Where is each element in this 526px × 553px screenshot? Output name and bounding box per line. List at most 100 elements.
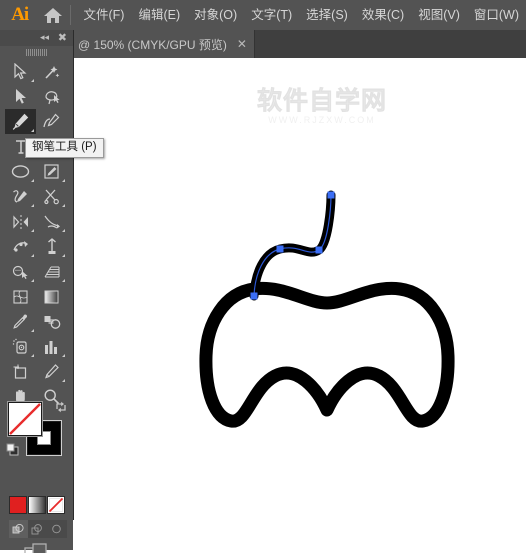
lasso-tool[interactable] <box>36 84 67 109</box>
tool-row <box>5 234 68 259</box>
curvature-tool[interactable] <box>36 109 67 134</box>
home-icon[interactable] <box>39 0 67 30</box>
slice-tool[interactable] <box>36 359 67 384</box>
draw-normal-button[interactable] <box>9 520 28 538</box>
none-slash-icon <box>48 497 64 513</box>
apple-body-path[interactable] <box>199 281 455 428</box>
tool-row <box>5 84 68 109</box>
flyout-triangle-icon <box>31 179 34 182</box>
flyout-triangle-icon <box>31 204 34 207</box>
column-graph-tool[interactable] <box>36 334 67 359</box>
flyout-triangle-icon <box>62 204 65 207</box>
menu-effect[interactable]: 效果(C) <box>355 0 411 30</box>
none-button[interactable] <box>47 496 65 514</box>
width-tool[interactable] <box>36 209 67 234</box>
shape-builder-tool-2[interactable] <box>5 259 36 284</box>
draw-behind-button[interactable] <box>28 520 47 538</box>
anchor-point-2[interactable] <box>276 245 284 253</box>
tool-row <box>5 109 68 134</box>
blend-tool[interactable] <box>36 309 67 334</box>
flyout-triangle-icon <box>62 379 65 382</box>
shaper-tool[interactable] <box>5 184 36 209</box>
menu-file[interactable]: 文件(F) <box>77 0 132 30</box>
shape-builder-tool[interactable] <box>36 234 67 259</box>
tool-tooltip: 钢笔工具 (P) <box>25 138 104 158</box>
draw-inside-button[interactable] <box>47 520 66 538</box>
flyout-triangle-icon <box>31 79 34 82</box>
ellipse-tool[interactable] <box>5 159 36 184</box>
collapse-icon[interactable]: ◂◂ <box>40 32 49 43</box>
draw-mode-buttons <box>9 520 67 538</box>
flyout-triangle-icon <box>31 254 34 257</box>
change-screen-mode-button[interactable] <box>23 542 51 553</box>
tools-panel-header[interactable]: ◂◂ ✖ <box>0 30 73 46</box>
mesh-tool[interactable] <box>5 284 36 309</box>
watermark-chinese: 软件自学网 <box>256 86 387 115</box>
menu-view[interactable]: 视图(V) <box>411 0 467 30</box>
none-slash-icon <box>9 403 41 435</box>
free-transform-tool[interactable] <box>5 234 36 259</box>
flyout-triangle-icon <box>62 179 65 182</box>
direct-selection-tool[interactable] <box>5 84 36 109</box>
tool-row <box>5 359 68 384</box>
scissors-tool[interactable] <box>36 184 67 209</box>
paintbrush-tool[interactable] <box>36 159 67 184</box>
gradient-button[interactable] <box>28 496 46 514</box>
tool-row <box>5 209 68 234</box>
artwork-svg <box>199 190 455 428</box>
fill-stroke-block <box>6 400 68 458</box>
anchor-point-3[interactable] <box>315 246 323 254</box>
selection-tool[interactable] <box>5 59 36 84</box>
flyout-triangle-icon <box>31 329 34 332</box>
close-icon[interactable]: ✖ <box>58 31 67 44</box>
close-icon[interactable]: ✕ <box>236 37 248 51</box>
menu-select[interactable]: 选择(S) <box>299 0 355 30</box>
color-button[interactable] <box>9 496 27 514</box>
flyout-triangle-icon <box>31 279 34 282</box>
anchor-point-4[interactable] <box>327 191 335 199</box>
tool-row <box>5 309 68 334</box>
menu-window[interactable]: 窗口(W) <box>467 0 526 30</box>
menu-object[interactable]: 对象(O) <box>187 0 244 30</box>
gradient-tool[interactable] <box>36 284 67 309</box>
tool-row <box>5 284 68 309</box>
magic-wand-tool[interactable] <box>36 59 67 84</box>
flyout-triangle-icon <box>62 354 65 357</box>
tool-row <box>5 259 68 284</box>
perspective-grid-tool[interactable] <box>36 259 67 284</box>
flyout-triangle-icon <box>31 129 34 132</box>
canvas-area[interactable]: 软件自学网 WWW.RJZXW.COM <box>75 58 526 553</box>
default-fill-stroke-icon[interactable] <box>6 443 20 457</box>
menu-type[interactable]: 文字(T) <box>244 0 299 30</box>
tool-grid <box>5 59 68 409</box>
eyedropper-tool[interactable] <box>5 309 36 334</box>
menu-edit[interactable]: 编辑(E) <box>131 0 187 30</box>
panel-grip[interactable] <box>26 49 48 56</box>
swap-fill-stroke-icon[interactable] <box>54 400 68 414</box>
watermark: 软件自学网 WWW.RJZXW.COM <box>247 86 397 126</box>
watermark-url: WWW.RJZXW.COM <box>268 115 376 125</box>
pen-tool[interactable] <box>5 109 36 134</box>
app-logo: Ai <box>11 4 29 25</box>
flyout-triangle-icon <box>62 229 65 232</box>
document-tab[interactable]: @ 150% (CMYK/GPU 预览) ✕ <box>70 30 255 58</box>
tool-row <box>5 184 68 209</box>
tool-row <box>5 59 68 84</box>
artboard-tool[interactable] <box>5 359 36 384</box>
menu-bar: Ai 文件(F) 编辑(E) 对象(O) 文字(T) 选择(S) 效果(C) 视… <box>0 0 526 30</box>
flyout-triangle-icon <box>31 354 34 357</box>
fill-swatch[interactable] <box>8 402 42 436</box>
tool-row <box>5 159 68 184</box>
tools-panel: ◂◂ ✖ <box>0 30 74 553</box>
reflect-tool[interactable] <box>5 209 36 234</box>
illustrator-window: Ai 文件(F) 编辑(E) 对象(O) 文字(T) 选择(S) 效果(C) 视… <box>0 0 526 553</box>
color-mode-buttons <box>9 496 67 516</box>
flyout-triangle-icon <box>31 229 34 232</box>
document-tab-label: @ 150% (CMYK/GPU 预览) <box>78 37 227 52</box>
anchor-point-1[interactable] <box>250 292 258 300</box>
symbol-sprayer-tool[interactable] <box>5 334 36 359</box>
tool-row <box>5 334 68 359</box>
apple-stem-path[interactable] <box>249 190 336 301</box>
flyout-triangle-icon <box>62 279 65 282</box>
flyout-triangle-icon <box>62 254 65 257</box>
